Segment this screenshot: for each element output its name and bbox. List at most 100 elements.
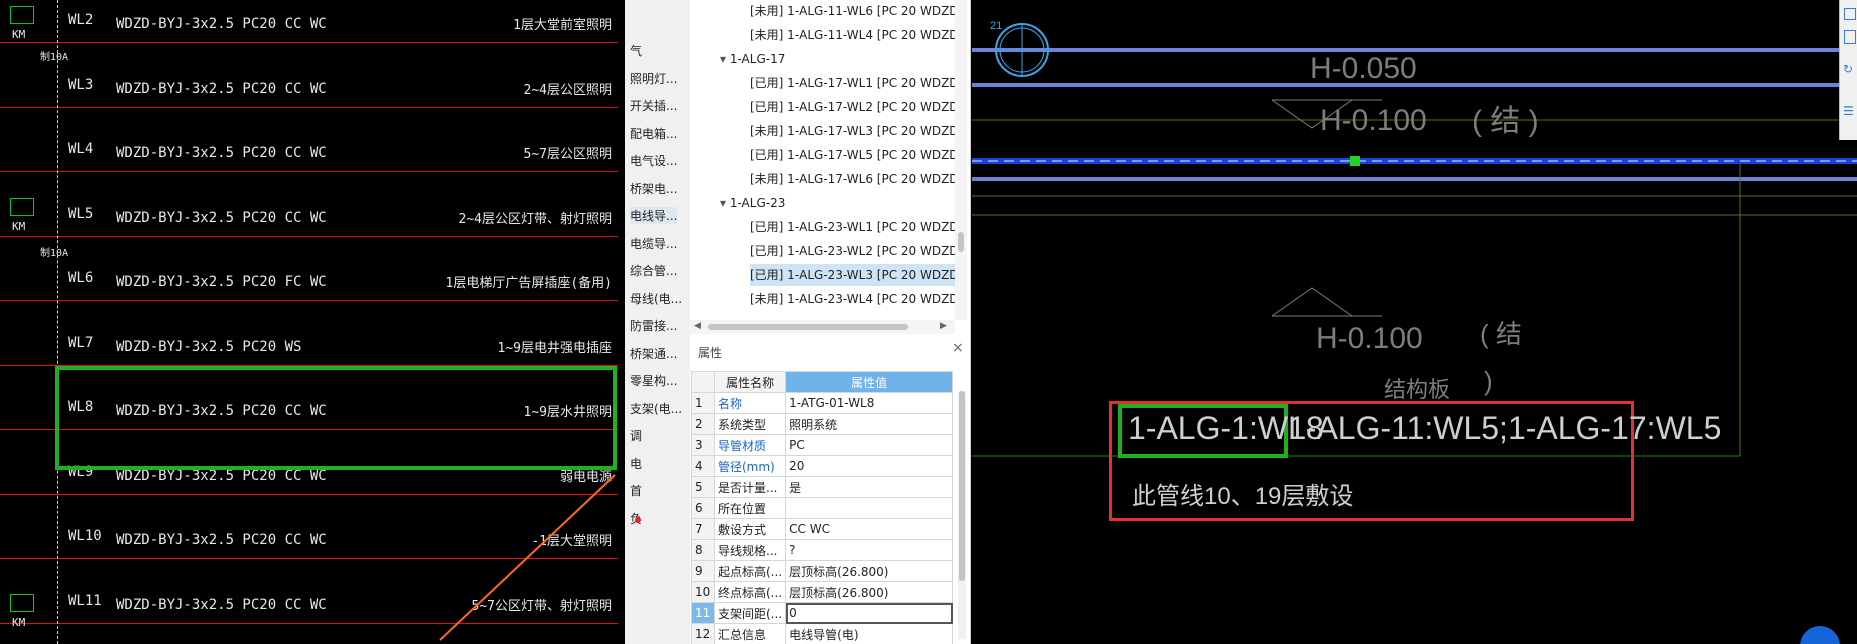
property-row[interactable]: 10 终点标高(... 层顶标高(26.800) [691,581,954,603]
circuit-spec[interactable]: WDZD-BYJ-3x2.5 PC20 FC WC [116,274,327,290]
scroll-left-icon[interactable]: ◀ [694,321,701,331]
prop-value[interactable]: 层顶标高(26.800) [785,560,954,582]
category-item[interactable]: 配电箱... [630,125,677,142]
property-row[interactable]: 3 导管材质 PC [691,434,954,456]
tree-item[interactable]: [已用] 1-ALG-17-WL5 [PC 20 WDZD [750,144,959,166]
prop-value[interactable]: 0 [785,602,954,624]
circuit-code[interactable]: WL5 [68,206,93,222]
circuit-description[interactable]: 1层电梯厅广告屏插座(备用) [446,272,612,291]
circuit-description[interactable]: 1~9层电井强电插座 [498,337,612,356]
property-row[interactable]: 4 管径(mm) 20 [691,455,954,477]
category-item[interactable]: 防雷接... [630,317,677,334]
property-row[interactable]: 11 支架间距(... 0 [691,602,954,624]
property-row[interactable]: 5 是否计量... 是 [691,476,954,498]
tree-scroll-thumb[interactable] [958,232,964,252]
circuit-description[interactable]: 2~4层公区灯带、射灯照明 [459,208,612,227]
tree-item[interactable]: [未用] 1-ALG-17-WL3 [PC 20 WDZD [750,120,959,142]
prop-value[interactable]: 层顶标高(26.800) [785,581,954,603]
tree-item[interactable]: [已用] 1-ALG-23-WL3 [PC 20 WDZD [750,264,959,286]
circuit-spec[interactable]: WDZD-BYJ-3x2.5 PC20 CC WC [116,210,327,226]
category-item[interactable]: 桥架电... [630,180,677,197]
category-item[interactable]: 零星构... [630,372,677,389]
right-cad-view[interactable]: 21 H-0.050 H-0.100 ( 结 ) H-0.100 ( 结 结构板… [972,0,1857,644]
tree-item[interactable]: [已用] 1-ALG-17-WL1 [PC 20 WDZD [750,72,959,94]
circuit-code[interactable]: WL10 [68,528,102,544]
scroll-right-icon[interactable]: ▶ [940,321,947,331]
prop-value[interactable]: 1-ATG-01-WL8 [785,392,954,414]
circuit-spec[interactable]: WDZD-BYJ-3x2.5 PC20 CC WC [116,16,327,32]
circuit-red-line [0,235,618,237]
toolbar-checkbox-icon[interactable] [1844,8,1856,20]
prop-value[interactable]: ? [785,539,954,561]
category-item[interactable]: 调 [630,427,642,444]
circuit-tree-panel[interactable]: [未用] 1-ALG-11-WL6 [PC 20 WDZD [未用] 1-ALG-… [690,0,971,336]
circuit-code[interactable]: WL3 [68,77,93,93]
tree-group-node[interactable]: ▾ 1-ALG-17 [720,48,785,70]
circuit-code[interactable]: WL2 [68,12,93,28]
prop-value[interactable]: 是 [785,476,954,498]
expand-arrow-icon[interactable]: ▾ [720,52,730,66]
prop-scrollbar[interactable] [958,391,966,639]
circuit-spec[interactable]: WDZD-BYJ-3x2.5 PC20 CC WC [116,145,327,161]
tree-item[interactable]: [未用] 1-ALG-11-WL6 [PC 20 WDZD [750,0,959,22]
circuit-description[interactable]: 2~4层公区照明 [524,79,612,98]
elevation-label-3: H-0.100 [1316,322,1423,355]
circuit-spec[interactable]: WDZD-BYJ-3x2.5 PC20 CC WC [116,81,327,97]
toolbar-list-icon[interactable]: ☰ [1843,104,1854,118]
tree-item[interactable]: [已用] 1-ALG-23-WL1 [PC 20 WDZD [750,216,959,238]
category-item[interactable]: 电气设... [630,152,677,169]
prop-scroll-thumb[interactable] [959,391,965,581]
prop-value[interactable]: CC WC [785,518,954,540]
category-item[interactable]: 照明灯... [630,70,677,87]
property-row[interactable]: 2 系统类型 照明系统 [691,413,954,435]
expand-arrow-icon[interactable]: ▾ [720,196,730,210]
category-item[interactable]: 电缆导... [630,235,677,252]
right-toolbar[interactable]: ↻ ☰ [1839,0,1857,140]
category-item[interactable]: 支架(电... [630,400,682,417]
toolbar-rotate-icon[interactable]: ↻ [1843,62,1853,76]
toolbar-rect-icon[interactable] [1844,30,1856,44]
circuit-description[interactable]: 5~7层公区照明 [524,143,612,162]
property-row[interactable]: 6 所在位置 [691,497,954,519]
property-row[interactable]: 12 汇总信息 电线导管(电) [691,623,954,644]
tree-hscrollbar[interactable]: ◀ ▶ [690,320,955,334]
category-item[interactable]: 桥架通... [630,345,677,362]
tree-hscroll-thumb[interactable] [708,324,908,330]
circuit-code[interactable]: WL6 [68,270,93,286]
circuit-spec[interactable]: WDZD-BYJ-3x2.5 PC20 CC WC [116,597,327,613]
left-cad-view[interactable]: WL2 WDZD-BYJ-3x2.5 PC20 CC WC 1层大堂前室照明 WL3 W… [0,0,625,644]
circuit-code[interactable]: WL4 [68,141,93,157]
category-item[interactable]: 首 [630,482,642,499]
category-item[interactable]: 综合管... [630,262,677,279]
category-item[interactable]: 母线(电... [630,290,682,307]
circuit-code[interactable]: WL11 [68,593,102,609]
category-item[interactable]: 开关插... [630,97,677,114]
property-row[interactable]: 8 导线规格...? [691,539,954,561]
tree-group-node[interactable]: ▾ 1-ALG-23 [720,192,785,214]
category-item[interactable]: 气 [630,42,642,59]
category-item[interactable]: 电 [630,455,642,472]
category-item[interactable]: 电线导... [630,207,678,224]
prop-value[interactable]: PC [785,434,954,456]
circuit-code[interactable]: WL7 [68,335,93,351]
tree-scrollbar[interactable] [955,0,967,320]
conduit-label-rest[interactable]: 1-ALG-11:WL5;1-ALG-17:WL5 [1288,410,1721,447]
prop-value[interactable]: 照明系统 [785,413,954,435]
tree-item[interactable]: [未用] 1-ALG-23-WL4 [PC 20 WDZD [750,288,959,310]
tree-item[interactable]: [未用] 1-ALG-17-WL6 [PC 20 WDZD [750,168,959,190]
tree-item[interactable]: [已用] 1-ALG-17-WL2 [PC 20 WDZD [750,96,959,118]
circuit-description[interactable]: 1层大堂前室照明 [513,14,612,33]
prop-value[interactable]: 20 [785,455,954,477]
prop-name: 导管材质 [713,434,787,456]
tree-item[interactable]: [未用] 1-ALG-11-WL4 [PC 20 WDZD [750,24,959,46]
circuit-spec[interactable]: WDZD-BYJ-3x2.5 PC20 WS [116,339,301,355]
property-row[interactable]: 9 起点标高(... 层顶标高(26.800) [691,560,954,582]
wl8-highlight-box [55,366,617,470]
circuit-spec[interactable]: WDZD-BYJ-3x2.5 PC20 CC WC [116,532,327,548]
close-icon[interactable]: × [952,340,964,356]
prop-value[interactable]: 电线导管(电) [785,623,954,644]
tree-item[interactable]: [已用] 1-ALG-23-WL2 [PC 20 WDZD [750,240,959,262]
prop-value[interactable] [785,497,954,519]
property-row[interactable]: 7 敷设方式 CC WC [691,518,954,540]
property-row[interactable]: 1 名称 1-ATG-01-WL8 [691,392,954,414]
